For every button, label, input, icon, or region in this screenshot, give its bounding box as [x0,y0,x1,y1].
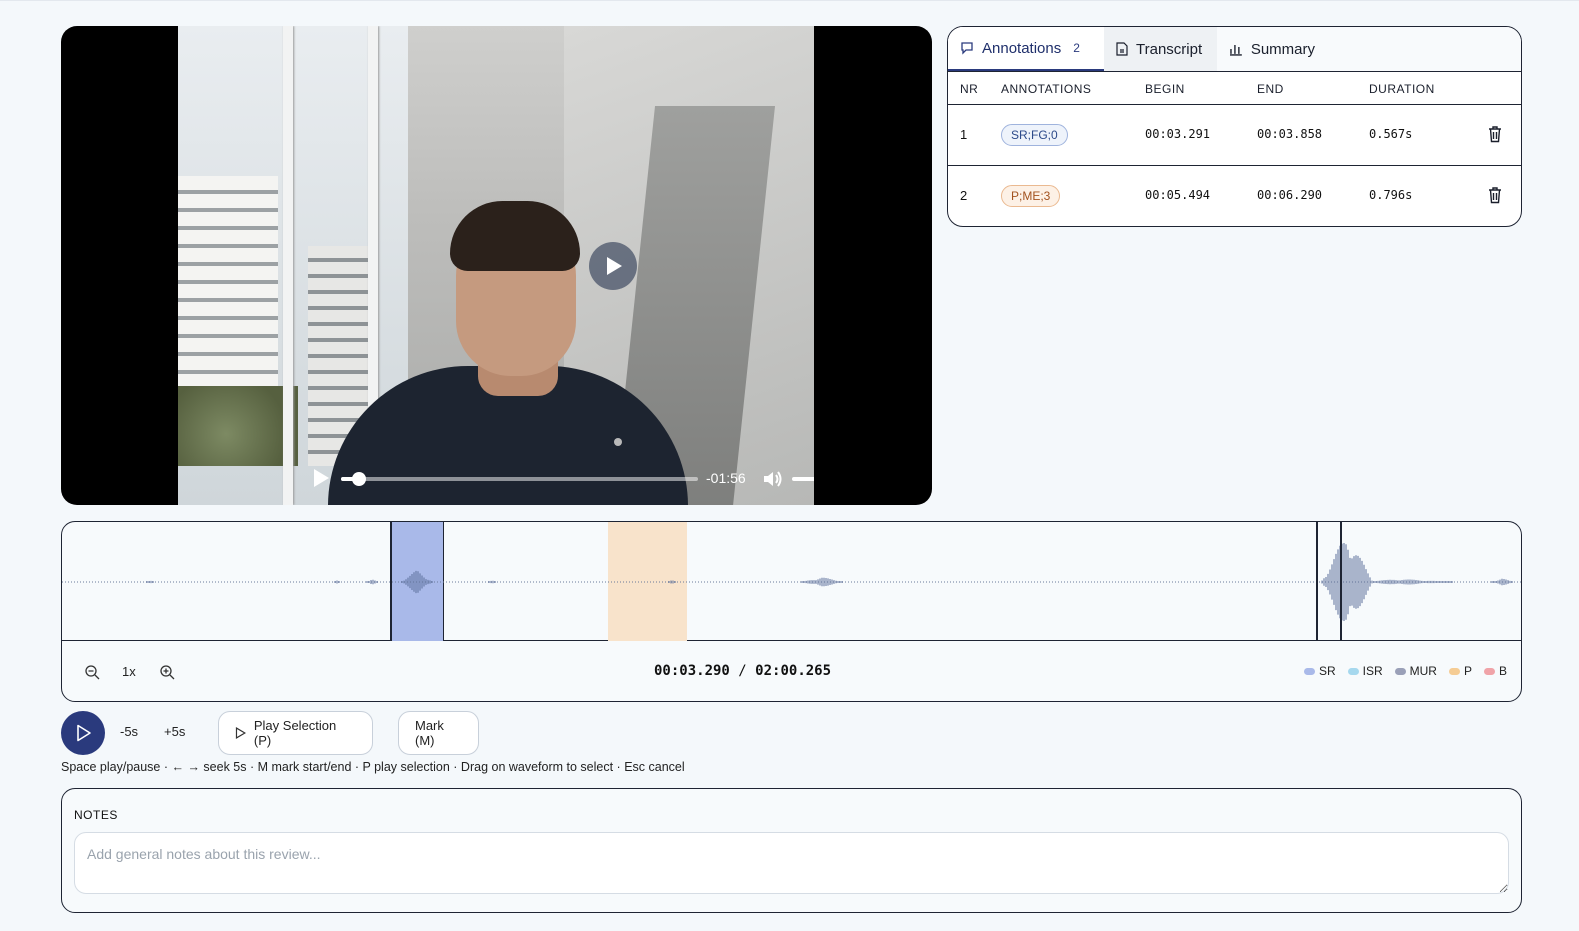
legend-label: SR [1318,664,1336,678]
tab-annotations[interactable]: Annotations 2 [948,27,1104,71]
play-icon[interactable] [311,467,331,489]
tab-summary[interactable]: Summary [1217,27,1327,71]
marker-line [1316,522,1318,641]
video-controls: -01:56 [311,462,814,498]
tab-label: Summary [1250,40,1315,58]
notes-panel: NOTES [61,788,1522,913]
legend-swatch [1303,667,1315,675]
scene-person-hair [450,201,580,271]
zoom-out-icon[interactable] [84,664,100,680]
timecode: 00:03.290 / 02:00.265 [654,663,831,679]
legend-swatch [1394,667,1406,675]
annotation-tag[interactable]: SR;FG;0 [1001,124,1068,146]
current-time: 00:03.290 [654,663,730,679]
tab-transcript[interactable]: Transcript [1104,27,1217,71]
duration: 0.796s [1369,188,1413,202]
legend-swatch [1483,667,1495,675]
big-play-button[interactable] [589,242,637,290]
video-scrubber[interactable] [341,472,698,486]
top-divider [0,0,1579,1]
legend-label: P [1463,664,1472,678]
row-number: 2 [960,188,968,203]
play-selection-button[interactable]: Play Selection (P) [218,711,373,755]
column-header: DURATION [1369,82,1435,96]
waveform-graph [62,543,1521,621]
duration: 0.567s [1369,127,1413,141]
legend-label: MUR [1409,664,1437,678]
button-label: Play Selection (P) [253,718,337,748]
notes-label: NOTES [74,808,118,822]
play-icon [235,727,246,739]
end-time: 00:06.290 [1257,188,1323,202]
region-legend: SR ISR MUR P B [1303,664,1507,678]
legend-label: ISR [1362,664,1383,678]
zoom-in-icon[interactable] [159,664,175,680]
marker-line [1340,522,1342,641]
seek-back-button[interactable]: -5s [120,724,138,739]
mark-button[interactable]: Mark (M) [398,711,479,755]
volume-icon[interactable] [761,468,783,490]
waveform-canvas[interactable] [62,522,1521,641]
legend-item: B [1483,664,1507,678]
end-time: 00:03.858 [1257,127,1323,141]
table-row[interactable]: 2 P;ME;3 00:05.494 00:06.290 0.796s [948,166,1521,226]
scrubber-handle[interactable] [351,472,366,486]
volume-slider[interactable] [792,477,814,481]
waveform-panel: 1x 00:03.290 / 02:00.265 SR ISR MUR P B [61,521,1522,702]
annotation-count-badge: 2 [1073,41,1080,55]
legend-label: B [1498,664,1507,678]
scene-mullion [283,26,293,505]
trash-icon[interactable] [1488,187,1502,204]
trash-icon[interactable] [1488,126,1502,143]
legend-item: MUR [1394,664,1437,678]
notes-input[interactable] [74,832,1509,894]
annotations-panel: Annotations 2 Transcript Summary NR ANNO… [947,26,1522,227]
column-header: END [1257,82,1284,96]
total-time: 02:00.265 [755,663,832,679]
column-header: ANNOTATIONS [1001,82,1092,96]
row-number: 1 [960,127,968,142]
begin-time: 00:03.291 [1145,127,1211,141]
document-icon [1116,42,1128,56]
time-separator: / [738,663,747,679]
table-header: NR ANNOTATIONS BEGIN END DURATION [948,72,1521,105]
legend-swatch [1448,667,1460,675]
column-header: NR [960,82,979,96]
video-frame: -01:56 [178,26,814,505]
play-button[interactable] [61,711,105,755]
scene-shirt-button [614,438,622,446]
table-row[interactable]: 1 SR;FG;0 00:03.291 00:03.858 0.567s [948,105,1521,166]
legend-swatch [1347,667,1359,675]
tab-label: Annotations [982,39,1062,57]
button-label: Mark (M) [415,718,444,748]
legend-item: P [1448,664,1472,678]
begin-time: 00:05.494 [1145,188,1211,202]
video-player[interactable]: -01:56 [61,26,932,505]
column-header: BEGIN [1145,82,1185,96]
comment-icon [961,42,973,55]
zoom-level: 1x [122,664,136,679]
play-icon [77,724,91,742]
bar-chart-icon [1229,45,1242,56]
time-remaining: -01:56 [706,470,746,486]
legend-item: ISR [1347,664,1383,678]
legend-item: SR [1303,664,1336,678]
panel-tabs: Annotations 2 Transcript Summary [948,27,1521,72]
seek-forward-button[interactable]: +5s [164,724,185,739]
tab-label: Transcript [1136,40,1203,58]
scene-trees [178,386,298,466]
keyboard-hint: Space play/pause · ← → seek 5s · M mark … [61,760,685,774]
play-icon [607,257,622,275]
annotation-tag[interactable]: P;ME;3 [1001,185,1061,207]
waveform-toolbar: 1x 00:03.290 / 02:00.265 SR ISR MUR P B [62,642,1521,701]
